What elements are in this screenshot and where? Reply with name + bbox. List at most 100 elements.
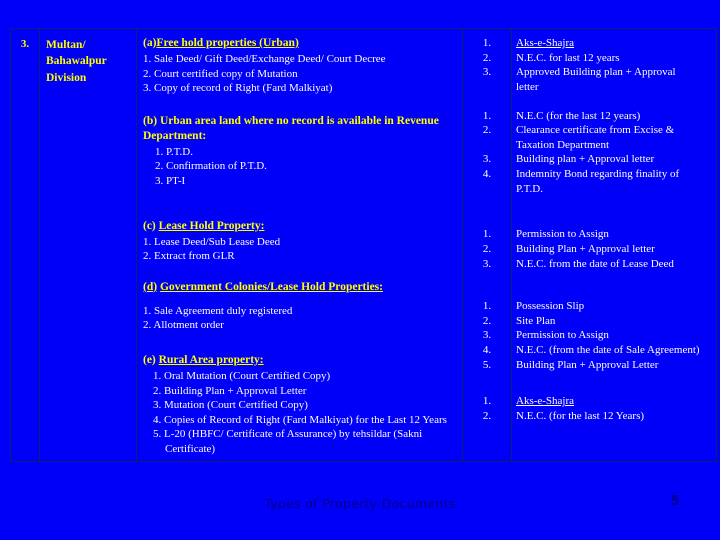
req-c-num-1: 1. (482, 228, 492, 241)
req-a-txt-3: Approved Building plan + Approval (516, 66, 676, 79)
group-b: (b) Urban area land where no record is a… (143, 114, 456, 189)
group-b-item-2: 2. Confirmation of P.T.D. (155, 160, 267, 173)
group-d-title: Government Colonies/Lease Hold Propertie… (159, 280, 383, 293)
req-spacer-b (463, 196, 511, 227)
req-c-num-2: 2. (482, 242, 492, 255)
req-c-num-3: 3. (482, 257, 492, 270)
spacer-c (143, 264, 456, 280)
serial-no-text: 3. (20, 38, 30, 50)
group-c-item-2: 2. Extract from GLR (143, 250, 235, 263)
req-txt-spacer-a (516, 95, 712, 109)
req-e-num-1: 1. (482, 395, 492, 408)
group-d-heading: (d) Government Colonies/Lease Hold Prope… (143, 280, 456, 295)
req-b-num-3: 3. (482, 153, 492, 166)
req-a-txt-2: N.E.C. for last 12 years (516, 51, 620, 64)
req-spacer-d (463, 372, 511, 394)
req-txt-spacer-c (516, 271, 712, 299)
group-e: (e) Rural Area property: 1. Oral Mutatio… (143, 353, 456, 457)
req-d-txt-4: N.E.C. (from the date of Sale Agreement) (516, 344, 700, 356)
division-text: Multan/ Bahawalpur Division (46, 39, 107, 84)
division-cell: Multan/ Bahawalpur Division (39, 28, 137, 462)
req-d-txt-3: Permission to Assign (516, 329, 609, 342)
group-b-title: Urban area land where no record is avail… (143, 114, 439, 142)
group-e-item-1: 1. Oral Mutation (Court Certified Copy) (153, 369, 331, 382)
req-c-txt-3: N.E.C. from the date of Lease Deed (516, 257, 674, 270)
req-a-num-3: 3. (482, 66, 492, 79)
group-e-tag: (e) (143, 353, 156, 366)
spacer-e (143, 333, 456, 353)
documents-list: (a)Free hold properties (Urban) 1. Sale … (137, 29, 462, 461)
req-d-num-2: 2. (482, 314, 492, 327)
group-b-tag: (b) (143, 114, 158, 127)
group-a-item-1: 1. Sale Deed/ Gift Deed/Exchange Deed/ C… (143, 52, 386, 65)
group-c-tag: (c) (143, 219, 156, 232)
slide-canvas: 3. Multan/ Bahawalpur Division (a)Free h… (0, 0, 720, 540)
group-d: (d) Government Colonies/Lease Hold Prope… (143, 280, 456, 333)
req-txt-spacer-b (516, 196, 712, 227)
req-b-txt-1: N.E.C (for the last 12 years) (516, 109, 641, 122)
req-b-num-4: 4. (482, 168, 492, 180)
req-txt-spacer-d (516, 372, 712, 394)
req-d-num-4: 4. (482, 344, 492, 356)
group-a: (a)Free hold properties (Urban) 1. Sale … (143, 36, 456, 96)
req-spacer-a (463, 95, 511, 109)
group-a-item-3: 3. Copy of record of Right (Fard Malkiya… (143, 82, 333, 95)
footer-title: Types of Property Documents (264, 496, 456, 511)
group-e-item-5: 5. L-20 (HBFC/ Certificate of Assurance)… (153, 428, 423, 455)
group-a-heading: (a)Free hold properties (Urban) (143, 36, 456, 51)
req-a-txt-1: Aks-e-Shajra (516, 36, 712, 51)
spacer-a (143, 96, 456, 114)
table-row: 3. Multan/ Bahawalpur Division (a)Free h… (10, 28, 717, 462)
req-d-txt-1: Possession Slip (516, 300, 585, 313)
group-b-heading: (b) Urban area land where no record is a… (143, 114, 456, 144)
req-b-txt-3: Building plan + Approval letter (516, 153, 655, 166)
group-b-item-3: 3. PT-I (155, 174, 186, 187)
group-a-item-2: 2. Court certified copy of Mutation (143, 67, 298, 80)
spacer-d-inner (143, 296, 456, 304)
group-b-item-1: 1. P.T.D. (155, 145, 193, 158)
group-d-tag: (d) (143, 280, 158, 293)
group-d-item-2: 2. Allotment order (143, 319, 224, 332)
req-b-txt-4b: P.T.D. (516, 182, 543, 195)
group-e-heading: (e) Rural Area property: (143, 353, 456, 368)
req-d-txt-2: Site Plan (516, 314, 556, 327)
documents-cell: (a)Free hold properties (Urban) 1. Sale … (136, 28, 463, 462)
req-b-txt-4: Indemnity Bond regarding finality of (516, 168, 680, 180)
requirement-text-cell: Aks-e-Shajra N.E.C. for last 12 years Ap… (511, 28, 717, 462)
group-c: (c) Lease Hold Property: 1. Lease Deed/S… (143, 219, 456, 264)
group-c-heading: (c) Lease Hold Property: (143, 219, 456, 234)
group-e-item-2: 2. Building Plan + Approval Letter (153, 384, 307, 397)
group-e-item-3: 3. Mutation (Court Certified Copy) (153, 399, 308, 412)
req-d-num-3: 3. (482, 329, 492, 342)
req-b-num-1: 1. (482, 109, 492, 122)
requirement-numbers-list: 1. 2. 3. . 1. 2. . 3. 4. . 1. 2. (463, 29, 511, 428)
req-c-txt-2: Building Plan + Approval letter (516, 242, 655, 255)
group-a-title: Free hold properties (Urban) (156, 37, 299, 49)
req-a-txt-1-label: Aks-e-Shajra (516, 37, 575, 49)
group-e-item-4: 4. Copies of Record of Right (Fard Malki… (153, 413, 447, 426)
req-b-txt-2b: Taxation Department (516, 138, 610, 151)
req-e-txt-1-label: Aks-e-Shajra (516, 395, 575, 408)
req-b-num-2: 2. (482, 124, 492, 137)
req-e-txt-1: Aks-e-Shajra (516, 394, 712, 409)
requirement-text-list: Aks-e-Shajra N.E.C. for last 12 years Ap… (512, 29, 716, 428)
req-spacer-c (463, 271, 511, 299)
group-c-item-1: 1. Lease Deed/Sub Lease Deed (143, 235, 281, 248)
group-e-title: Rural Area property: (158, 353, 264, 366)
req-a-txt-4: letter (516, 80, 539, 93)
serial-no-cell: 3. (10, 28, 40, 462)
req-e-txt-2: N.E.C. (for the last 12 Years) (516, 409, 645, 422)
group-a-tag: (a) (143, 37, 157, 49)
req-a-num-2: 2. (482, 51, 492, 64)
req-b-txt-2: Clearance certificate from Excise & (516, 124, 675, 137)
property-documents-table: 3. Multan/ Bahawalpur Division (a)Free h… (10, 28, 717, 462)
req-d-num-5: 5. (482, 358, 492, 371)
req-d-txt-5: Building Plan + Approval Letter (516, 358, 659, 371)
spacer-b (143, 189, 456, 219)
requirement-numbers-cell: 1. 2. 3. . 1. 2. . 3. 4. . 1. 2. (462, 28, 512, 462)
footer-page-number: 5 (670, 494, 680, 509)
req-a-num-1: 1. (482, 37, 492, 49)
group-c-title: Lease Hold Property: (158, 219, 265, 232)
req-e-num-2: 2. (482, 409, 492, 422)
req-c-txt-1: Permission to Assign (516, 228, 609, 241)
